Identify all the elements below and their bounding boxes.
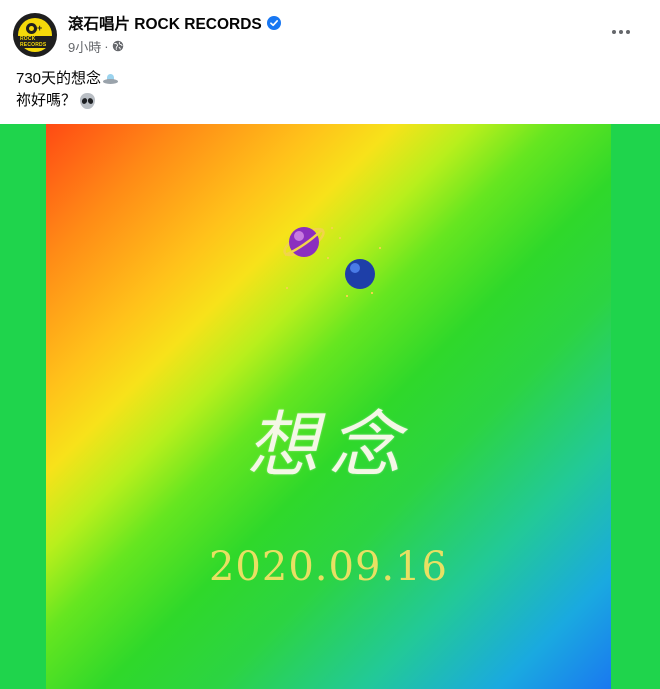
planets-illustration [283, 227, 381, 297]
ufo-emoji-icon [103, 73, 119, 86]
meta-separator: · [104, 38, 109, 54]
more-options-icon [612, 30, 630, 34]
artwork-title: 想念 [246, 403, 411, 487]
post-media: 想念 2020.09.16 [0, 124, 660, 689]
alien-emoji-icon [80, 93, 96, 109]
rock-records-logo: + ROCK RECORDS [18, 18, 52, 52]
page-avatar[interactable]: + ROCK RECORDS [13, 13, 57, 57]
caption-line-2: 祢好嗎？ [16, 90, 636, 112]
post-header: + ROCK RECORDS 滾石唱片 ROCK RECORDS 9小時 · [0, 0, 660, 64]
verified-badge-icon [266, 16, 281, 30]
purple-planet-icon [283, 227, 325, 257]
caption-text-1: 730天的想念 [16, 70, 102, 87]
caption-line-1: 730天的想念 [16, 68, 636, 90]
more-options-button[interactable] [601, 14, 641, 50]
post-meta: 9小時 · [68, 37, 124, 55]
globe-icon[interactable] [112, 40, 124, 52]
album-artwork-image[interactable]: 想念 2020.09.16 [46, 124, 611, 689]
artwork-date: 2020.09.16 [208, 544, 449, 590]
blue-planet-icon [345, 259, 375, 289]
page-name-link[interactable]: 滾石唱片 ROCK RECORDS [68, 12, 262, 34]
caption-text-2: 祢好嗎？ [16, 92, 77, 109]
post-caption: 730天的想念 祢好嗎？ [16, 68, 636, 112]
logo-mark-icon: + [24, 22, 46, 35]
facebook-post: + ROCK RECORDS 滾石唱片 ROCK RECORDS 9小時 · 7… [0, 0, 660, 689]
post-timestamp[interactable]: 9小時 [68, 37, 101, 56]
page-name-row: 滾石唱片 ROCK RECORDS [68, 12, 281, 34]
logo-text: ROCK RECORDS [18, 36, 52, 48]
